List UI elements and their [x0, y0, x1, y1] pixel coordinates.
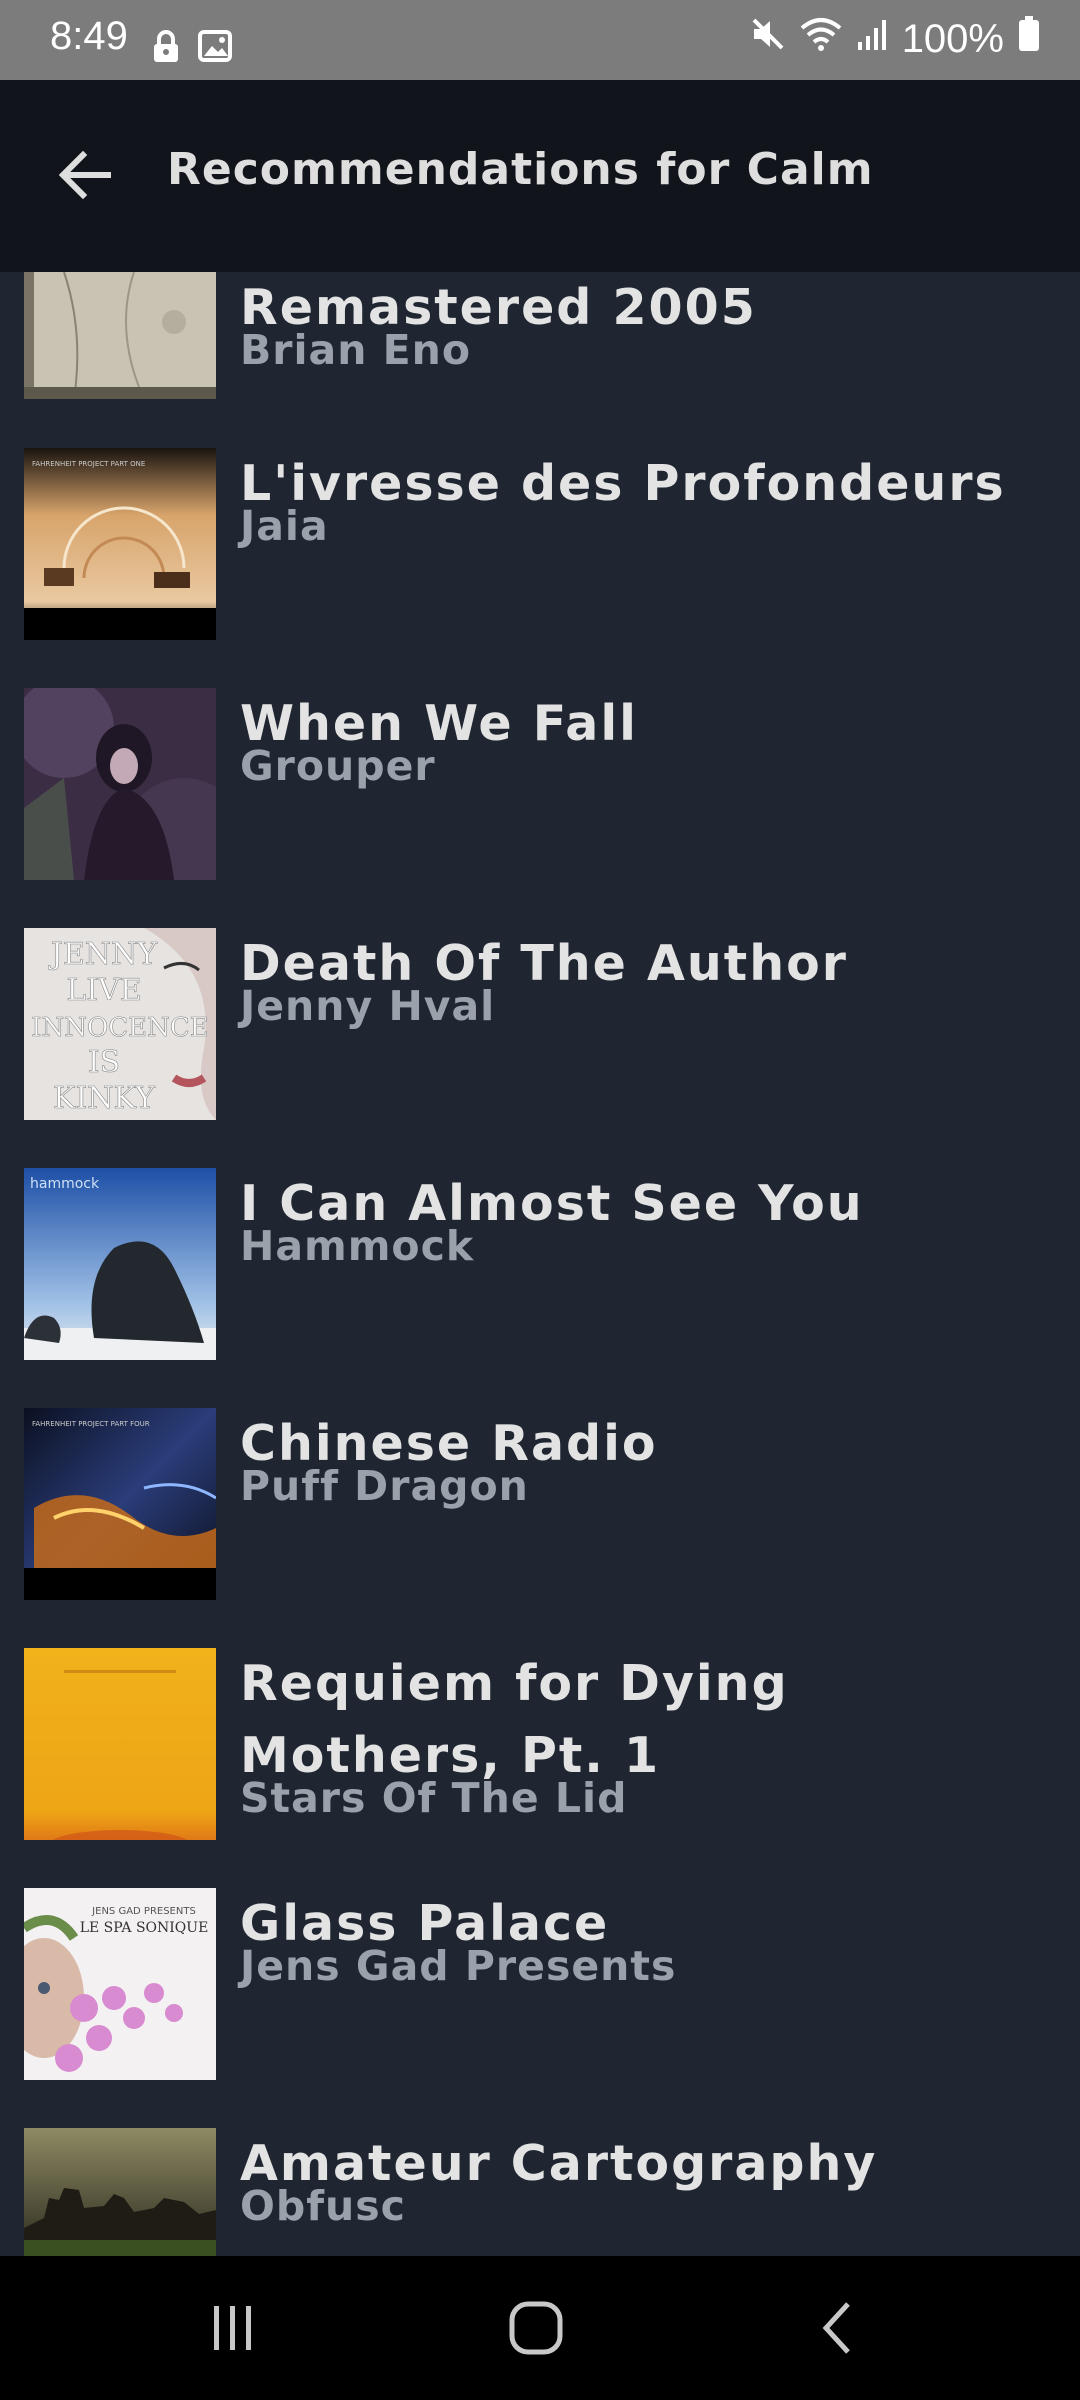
list-item[interactable]: JENNY LIVE INNOCENCE IS KINKY Death Of T… [0, 928, 1080, 1144]
cover-text: KINKY [53, 1081, 156, 1116]
lock-icon [152, 30, 180, 68]
page-title: Recommendations for Calm [167, 144, 874, 195]
track-artist: Hammock [240, 1222, 475, 1270]
nav-back-icon [822, 2302, 850, 2354]
cover-text: FAHRENHEIT PROJECT PART ONE [32, 460, 145, 468]
list-item[interactable]: FAHRENHEIT PROJECT PART ONE L'ivresse de… [0, 448, 1080, 664]
album-cover: JENS GAD PRESENTS LE SPA SONIQUE [24, 1888, 216, 2080]
cover-text: FAHRENHEIT PROJECT PART FOUR [32, 1420, 150, 1428]
album-cover [24, 1648, 216, 1840]
track-artist: Obfusc [240, 2182, 406, 2230]
wifi-icon [800, 16, 842, 62]
list-item[interactable]: Remastered 2005 Brian Eno [0, 272, 1080, 412]
cover-text: hammock [30, 1176, 100, 1192]
track-artist: Puff Dragon [240, 1462, 529, 1510]
track-artist: Brian Eno [240, 326, 472, 374]
track-artist: Stars Of The Lid [240, 1774, 628, 1822]
arrow-left-icon [59, 151, 111, 199]
list-item[interactable]: Amateur Cartography Obfusc [0, 2128, 1080, 2256]
list-item[interactable]: hammock I Can Almost See You Hammock [0, 1168, 1080, 1384]
app-bar: Recommendations for Calm [0, 80, 1080, 272]
battery-icon [1018, 16, 1040, 62]
list-item[interactable]: Requiem for Dying Mothers, Pt. 1 Stars O… [0, 1648, 1080, 1864]
status-icons: 100% [750, 14, 1040, 64]
system-nav-bar [0, 2256, 1080, 2400]
list-item[interactable]: JENS GAD PRESENTS LE SPA SONIQUE Glass P… [0, 1888, 1080, 2104]
album-cover [24, 272, 216, 399]
track-artist: Jaia [240, 502, 329, 550]
album-cover [24, 688, 216, 880]
album-cover [24, 2128, 216, 2256]
list-item[interactable]: When We Fall Grouper [0, 688, 1080, 904]
status-bar: 8:49 100% [0, 0, 1080, 80]
cover-text: IS [88, 1045, 120, 1080]
status-time: 8:49 [50, 14, 128, 58]
cover-text: JENS GAD PRESENTS [91, 1906, 196, 1917]
signal-icon [856, 17, 888, 62]
track-artist: Grouper [240, 742, 436, 790]
recents-button[interactable] [172, 2288, 292, 2368]
album-cover: hammock [24, 1168, 216, 1360]
nav-back-button[interactable] [778, 2288, 898, 2368]
cover-text: JENNY [48, 937, 158, 972]
list-item[interactable]: FAHRENHEIT PROJECT PART FOUR Chinese Rad… [0, 1408, 1080, 1624]
recents-icon [214, 2306, 251, 2350]
home-icon [509, 2301, 563, 2355]
back-button[interactable] [40, 140, 130, 210]
home-button[interactable] [476, 2288, 596, 2368]
image-icon [198, 30, 232, 66]
cover-text: LIVE [66, 973, 141, 1008]
mute-icon [750, 16, 786, 62]
cover-text: INNOCENCE [31, 1013, 209, 1043]
track-artist: Jens Gad Presents [240, 1942, 677, 1990]
cover-text: LE SPA SONIQUE [80, 1920, 209, 1936]
recommendations-list[interactable]: Remastered 2005 Brian Eno FAHRENHEIT PRO… [0, 272, 1080, 2256]
album-cover: JENNY LIVE INNOCENCE IS KINKY [24, 928, 216, 1120]
track-artist: Jenny Hval [240, 982, 496, 1030]
album-cover: FAHRENHEIT PROJECT PART FOUR [24, 1408, 216, 1600]
battery-percent: 100% [901, 16, 1004, 61]
album-cover: FAHRENHEIT PROJECT PART ONE [24, 448, 216, 640]
